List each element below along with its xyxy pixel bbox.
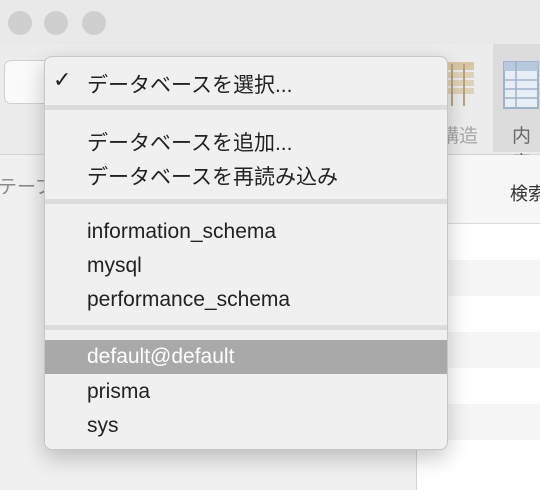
menu-item-database[interactable]: prisma <box>45 375 447 409</box>
menu-item-label: performance_schema <box>87 288 291 311</box>
menu-item-add-database[interactable]: データベースを追加... <box>45 122 447 156</box>
menu-item-label: データベースを追加... <box>87 132 293 155</box>
menu-item-label: information_schema <box>87 220 277 243</box>
menu-item-database[interactable]: mysql <box>45 249 447 283</box>
menu-separator <box>45 325 447 330</box>
menu-item-database[interactable]: sys <box>45 409 447 443</box>
menu-item-database-highlighted[interactable]: default@default <box>45 340 447 374</box>
menu-item-label: mysql <box>87 254 142 277</box>
checkmark-icon: ✓ <box>53 67 72 92</box>
menu-item-database[interactable]: information_schema <box>45 215 447 249</box>
menu-item-label: データベースを再読み込み <box>87 166 338 189</box>
menu-item-label: prisma <box>87 380 151 403</box>
zoom-window-button[interactable] <box>82 11 106 35</box>
minimize-window-button[interactable] <box>44 11 68 35</box>
content-table-icon[interactable] <box>502 60 540 110</box>
menu-separator <box>45 199 447 204</box>
menu-item-label: default@default <box>87 345 235 368</box>
menu-item-label: データベースを選択... <box>87 74 293 97</box>
database-dropdown-menu: ✓ データベースを選択... データベースを追加... データベースを再読み込み… <box>44 56 448 450</box>
menu-item-database[interactable]: performance_schema <box>45 283 447 317</box>
menu-item-select-database[interactable]: ✓ データベースを選択... <box>45 64 447 98</box>
menu-separator <box>45 105 447 110</box>
window-titlebar <box>0 0 540 44</box>
search-label: 検索 <box>510 184 540 204</box>
menu-item-reload-databases[interactable]: データベースを再読み込み <box>45 156 447 190</box>
menu-item-label: sys <box>87 414 119 437</box>
close-window-button[interactable] <box>8 11 32 35</box>
